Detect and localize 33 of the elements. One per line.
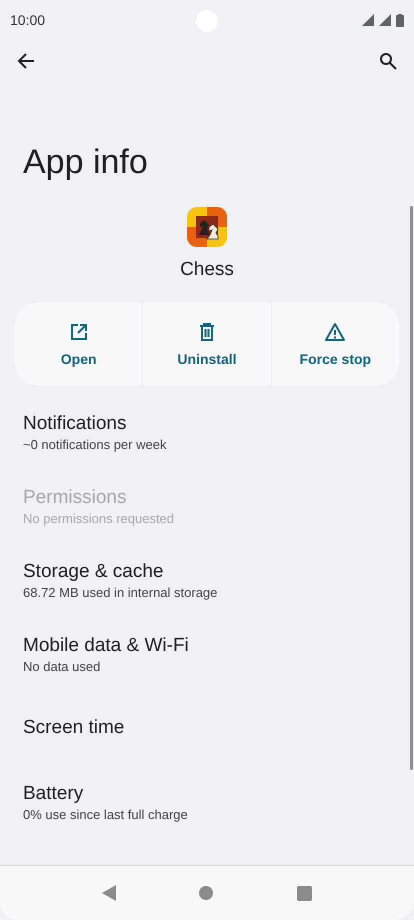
back-nav-icon[interactable] (102, 885, 116, 901)
settings-item[interactable]: Screen time (0, 703, 406, 777)
warning-icon (325, 322, 346, 342)
settings-item[interactable]: Mobile data & Wi-Fi No data used (0, 629, 406, 703)
signal-icon (379, 14, 391, 26)
settings-item[interactable]: Notifications ~0 notifications per week (0, 407, 406, 481)
item-title: Screen time (23, 716, 126, 740)
signal-icon (362, 14, 374, 26)
action-button[interactable]: Uninstall (142, 303, 271, 385)
home-nav-icon[interactable] (199, 886, 214, 900)
item-subtitle: No data used (23, 659, 102, 674)
action-button[interactable]: Open (15, 303, 142, 385)
item-title: Battery (23, 782, 84, 806)
item-title: Storage & cache (23, 560, 164, 584)
page-title: App info (23, 142, 148, 183)
item-subtitle: No permissions requested (23, 511, 176, 526)
item-subtitle: 0% use since last full charge (23, 807, 189, 822)
item-subtitle: 68.72 MB used in internal storage (23, 585, 218, 600)
settings-item[interactable]: Storage & cache 68.72 MB used in internal storage (0, 555, 406, 629)
settings-item[interactable]: Battery 0% use since last full charge (0, 777, 406, 851)
back-arrow-icon (17, 52, 35, 70)
chess-app-icon (187, 207, 227, 247)
recents-nav-icon[interactable] (297, 886, 312, 900)
search-icon (379, 52, 397, 70)
item-title: Permissions (23, 486, 128, 510)
battery-icon (396, 14, 404, 26)
item-subtitle: ~0 notifications per week (23, 437, 168, 452)
item-title: Mobile data & Wi-Fi (23, 634, 190, 658)
status-time: 10:00 (10, 12, 46, 28)
action-button[interactable]: Force stop (270, 303, 399, 385)
item-title: Notifications (23, 412, 128, 436)
app-name: Chess (180, 259, 234, 281)
open-external-icon (68, 322, 89, 342)
